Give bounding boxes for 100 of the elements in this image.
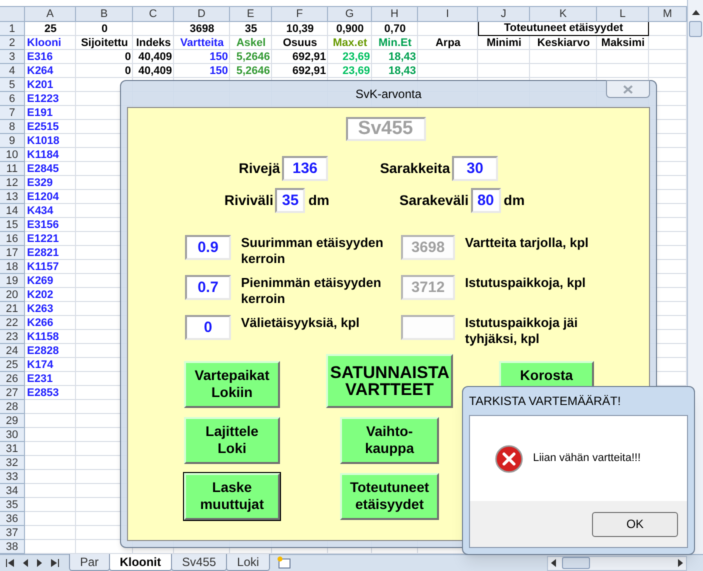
table-cell-text: Arpa [434,36,462,50]
sheet-tab[interactable]: Par [69,554,110,571]
action-button[interactable]: Vaihto-kauppa [340,417,439,464]
row-header[interactable]: 14 [0,204,25,218]
row-header[interactable]: 8 [0,120,25,134]
new-sheet-icon[interactable] [276,556,292,569]
action-button[interactable]: Vartepaikat Lokiin [184,361,280,408]
merged-cell: Toteutuneet etäisyydet [478,22,649,36]
table-cell-text: E329 [26,176,54,190]
input-field[interactable]: 0 [185,315,231,340]
scroll-thumb[interactable] [689,21,702,37]
table-cell-text: E231 [26,372,54,386]
table-cell-text: Vartteita [179,36,225,50]
row-header[interactable]: 13 [0,190,25,204]
input-field[interactable]: 136 [282,156,328,181]
row-header[interactable]: 33 [0,470,25,484]
input-field[interactable]: 0.7 [185,275,231,300]
table-cell-text: 0,900 [335,22,365,36]
column-header[interactable]: G [328,7,372,21]
row-header[interactable]: 7 [0,106,25,120]
table-cell-text: 150 [208,50,229,64]
row-header[interactable]: 24 [0,344,25,358]
table-cell-text: K269 [26,274,54,288]
table-cell-text: Keskiarvo [536,36,591,50]
row-header[interactable]: 31 [0,442,25,456]
input-field[interactable]: 0.9 [185,235,231,260]
unit-label: dm [504,191,525,210]
row-header[interactable]: 3 [0,50,25,64]
table-cell-text: Max.et [332,36,368,50]
row-header[interactable]: 12 [0,176,25,190]
table-cell-text: E3156 [26,218,60,232]
action-button[interactable]: Lajittele Loki [184,417,280,464]
row-header[interactable]: 27 [0,386,25,400]
column-header[interactable]: F [272,7,328,21]
field-label: Rivejä [238,159,280,178]
column-header[interactable]: B [76,7,133,21]
column-header[interactable]: H [372,7,418,21]
row-header[interactable]: 38 [0,540,25,554]
row-header[interactable]: 16 [0,232,25,246]
table-cell-text: 5,2646 [235,64,271,78]
row-header[interactable]: 6 [0,92,25,106]
scroll-thumb[interactable] [562,557,590,569]
action-button[interactable]: Laske muuttujat [184,473,280,520]
row-header[interactable]: 2 [0,36,25,50]
row-header[interactable]: 18 [0,260,25,274]
ok-button[interactable]: OK [592,512,678,536]
table-cell-text: 40,409 [137,50,173,64]
row-header[interactable]: 22 [0,316,25,330]
row-header[interactable]: 26 [0,372,25,386]
table-cell-text: K434 [26,204,54,218]
table-cell-text: 0,70 [383,22,407,36]
input-field[interactable]: 35 [275,188,306,213]
row-header[interactable]: 10 [0,148,25,162]
row-header[interactable]: 21 [0,302,25,316]
unit-label: dm [308,191,330,210]
row-header[interactable]: 23 [0,330,25,344]
row-header[interactable]: 36 [0,512,25,526]
row-header[interactable]: 17 [0,246,25,260]
column-header[interactable]: L [597,7,649,21]
column-header[interactable]: K [530,7,597,21]
row-header[interactable]: 35 [0,498,25,512]
action-button[interactable]: SATUNNAISTA VARTTEET [326,354,453,408]
input-field[interactable]: 30 [452,156,498,181]
row-header[interactable]: 30 [0,428,25,442]
action-button[interactable]: Toteutuneet etäisyydet [340,473,439,520]
row-header[interactable]: 5 [0,78,25,92]
close-button[interactable] [606,80,650,98]
row-header[interactable]: 37 [0,526,25,540]
row-header[interactable]: 1 [0,22,25,36]
row-header[interactable]: 4 [0,64,25,78]
horizontal-scrollbar[interactable] [547,556,687,570]
row-header[interactable]: 11 [0,162,25,176]
row-header[interactable]: 15 [0,218,25,232]
column-header[interactable]: I [418,7,478,21]
row-header[interactable]: 19 [0,274,25,288]
column-header[interactable]: A [25,7,76,21]
sheet-tab[interactable]: Sv455 [171,554,228,571]
field-label: Välietäisyyksiä, kpl [241,315,361,331]
column-header[interactable]: J [478,7,530,21]
row-header[interactable]: 34 [0,484,25,498]
table-cell-text: E1221 [26,232,60,246]
row-header[interactable]: 9 [0,134,25,148]
table-cell-text: K1158 [26,330,60,344]
row-header[interactable]: 25 [0,358,25,372]
table-cell-text: 0 [124,50,132,64]
sheet-tab[interactable]: Kloonit [108,554,172,571]
row-header[interactable]: 20 [0,288,25,302]
row-header[interactable]: 28 [0,400,25,414]
first-sheet-icon[interactable] [5,558,15,568]
row-header[interactable]: 29 [0,414,25,428]
last-sheet-icon[interactable] [50,558,60,568]
table-cell-text: 40,409 [137,64,173,78]
input-field[interactable]: 80 [470,188,501,213]
sheet-tab[interactable]: Loki [226,554,270,571]
row-header[interactable]: 32 [0,456,25,470]
table-cell-text: E2845 [26,162,60,176]
column-header[interactable]: C [133,7,174,21]
error-icon [495,444,523,472]
column-header[interactable]: D [174,7,230,21]
column-header[interactable]: E [230,7,272,21]
